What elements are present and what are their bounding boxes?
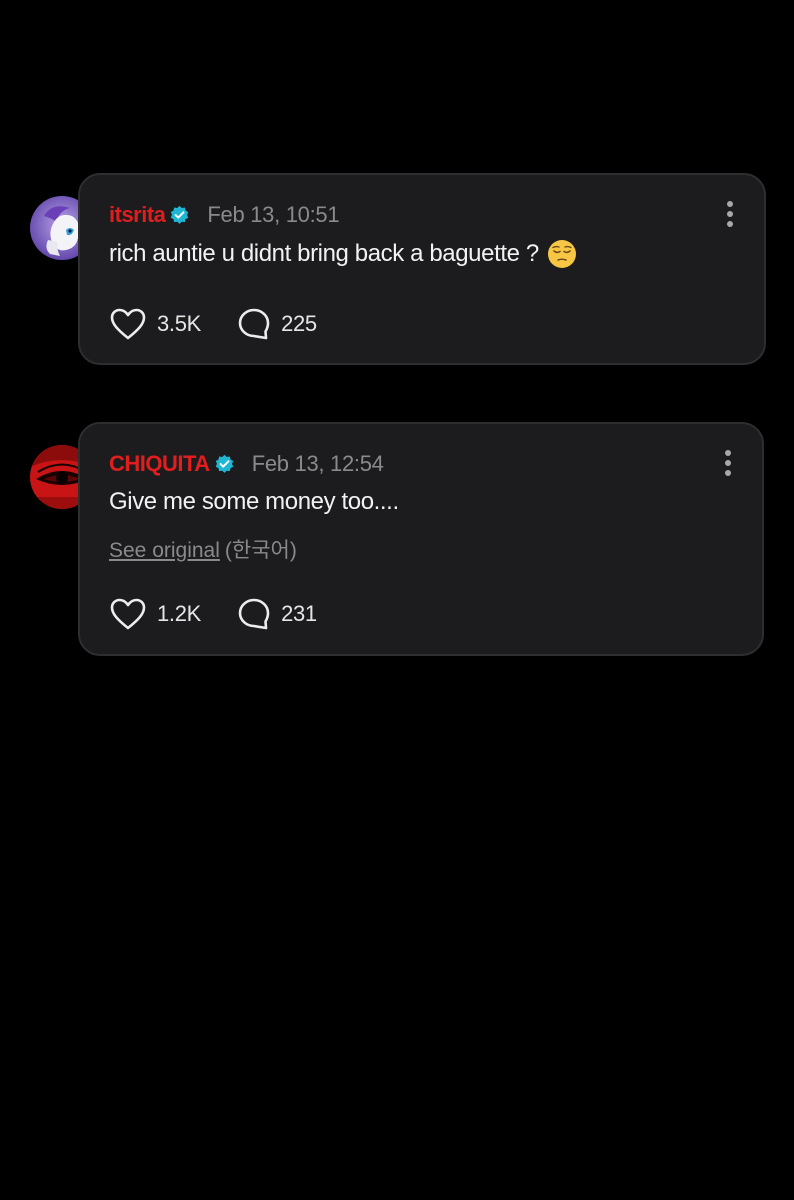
username[interactable]: itsrita <box>109 202 166 228</box>
like-count: 1.2K <box>157 601 202 626</box>
comment-card: itsrita Feb 13, 10:51 rich auntie u didn… <box>78 173 766 365</box>
timestamp: Feb 13, 10:51 <box>207 202 340 227</box>
speech-bubble-outline-icon <box>238 598 270 630</box>
comments-page: itsrita Feb 13, 10:51 rich auntie u didn… <box>0 0 794 1200</box>
more-options-icon[interactable] <box>724 450 732 478</box>
translation-note: See original (한국어) <box>109 534 297 564</box>
like-button[interactable]: 3.5K <box>109 307 201 341</box>
comment-body: Give me some money too.... <box>109 488 399 515</box>
comment-header: CHIQUITA Feb 13, 12:54 <box>109 449 384 479</box>
comment-card: CHIQUITA Feb 13, 12:54 Give me some mone… <box>78 422 764 656</box>
username[interactable]: CHIQUITA <box>109 451 210 477</box>
comment-text: Give me some money too.... <box>109 488 399 516</box>
like-count: 3.5K <box>157 311 202 336</box>
comment-header: itsrita Feb 13, 10:51 <box>109 200 340 230</box>
heart-outline-icon <box>110 308 146 340</box>
reply-button[interactable]: 231 <box>237 597 317 631</box>
reply-count: 225 <box>281 311 317 336</box>
heart-outline-icon <box>110 598 146 630</box>
comment-item: CHIQUITA Feb 13, 12:54 Give me some mone… <box>30 422 766 656</box>
comment-actions: 1.2K 231 <box>109 597 317 631</box>
verified-badge-icon <box>169 205 190 226</box>
like-button[interactable]: 1.2K <box>109 597 201 631</box>
timestamp: Feb 13, 12:54 <box>251 451 384 476</box>
reply-count: 231 <box>281 601 317 626</box>
see-original-link[interactable]: See original <box>109 539 220 562</box>
pensive-face-emoji-icon <box>547 239 577 269</box>
comment-item: itsrita Feb 13, 10:51 rich auntie u didn… <box>30 173 766 365</box>
speech-bubble-outline-icon <box>238 308 270 340</box>
reply-button[interactable]: 225 <box>237 307 317 341</box>
verified-badge-icon <box>214 454 235 475</box>
comment-text: rich auntie u didnt bring back a baguett… <box>109 239 577 269</box>
original-language: (한국어) <box>224 539 297 562</box>
more-options-icon[interactable] <box>726 201 734 229</box>
comment-body: rich auntie u didnt bring back a baguett… <box>109 240 539 267</box>
comment-actions: 3.5K 225 <box>109 307 317 341</box>
